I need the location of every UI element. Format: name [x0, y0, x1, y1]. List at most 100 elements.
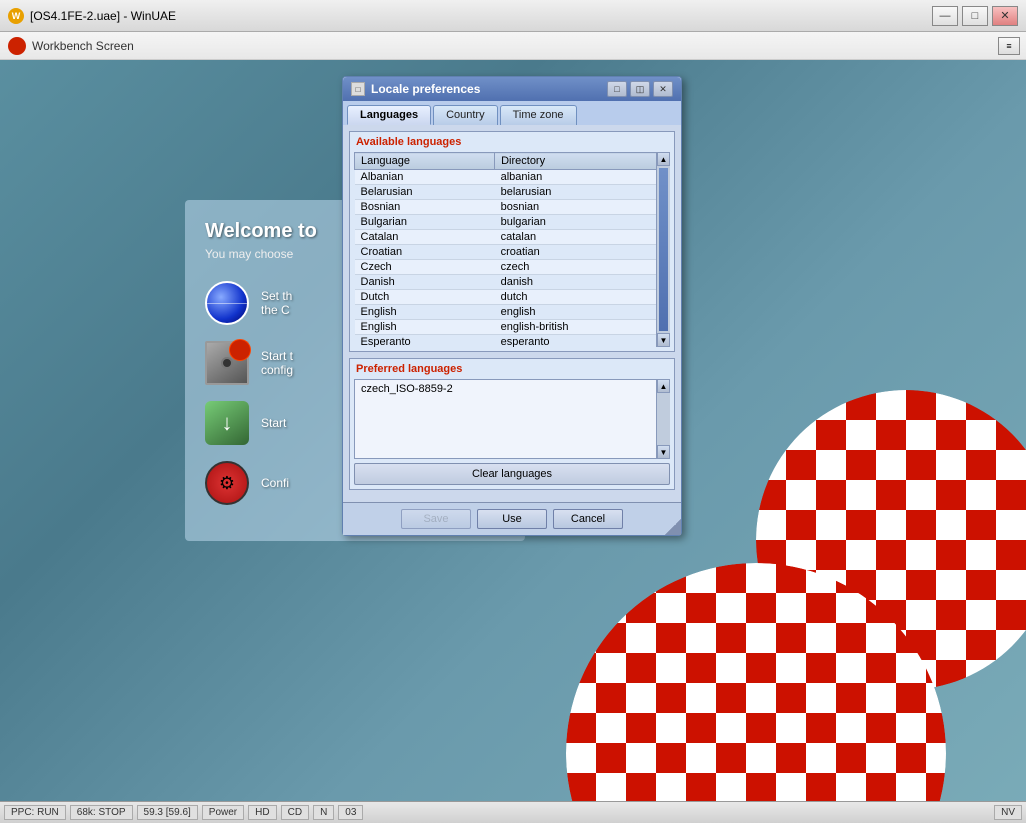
preferred-scrollbar[interactable]: ▲ ▼: [656, 379, 670, 459]
status-nv: NV: [994, 805, 1022, 820]
col-language: Language: [355, 153, 495, 170]
language-row[interactable]: Croatiancroatian: [355, 245, 670, 260]
workbench-icon: [8, 37, 26, 55]
desktop: Welcome to You may choose Set ththe C St…: [0, 60, 1026, 823]
use-button[interactable]: Use: [477, 509, 547, 529]
clear-languages-button[interactable]: Clear languages: [354, 463, 670, 485]
language-row[interactable]: Bulgarianbulgarian: [355, 215, 670, 230]
dialog-title-bar: □ Locale preferences □ ◫ ✕: [343, 77, 681, 101]
workbench-title: Workbench Screen: [32, 39, 134, 53]
app-icon: W: [8, 8, 24, 24]
language-cell: Dutch: [355, 290, 495, 305]
dialog-title-buttons: □ ◫ ✕: [607, 81, 673, 97]
status-ppc: PPC: RUN: [4, 805, 66, 820]
language-row[interactable]: Albanianalbanian: [355, 170, 670, 185]
workbench-bar: Workbench Screen ≡: [0, 32, 1026, 60]
directory-cell: english-british: [495, 320, 670, 335]
directory-cell: esperanto: [495, 335, 670, 348]
language-row[interactable]: Bosnianbosnian: [355, 200, 670, 215]
disk-config-icon: [205, 341, 249, 385]
scroll-down-button[interactable]: ▼: [657, 333, 670, 347]
directory-cell: dutch: [495, 290, 670, 305]
directory-cell: bulgarian: [495, 215, 670, 230]
menu-config-text: Start tconfig: [261, 349, 293, 377]
language-table-container: Language Directory AlbanianalbanianBelar…: [354, 152, 670, 347]
language-cell: Esperanto: [355, 335, 495, 348]
save-button[interactable]: Save: [401, 509, 471, 529]
dialog-expand-button[interactable]: □: [607, 81, 627, 97]
language-table-scroll[interactable]: Language Directory AlbanianalbanianBelar…: [354, 152, 670, 347]
workbench-menu-button[interactable]: ≡: [998, 37, 1020, 55]
language-row[interactable]: Czechczech: [355, 260, 670, 275]
dialog-content: Available languages Language Directory: [343, 125, 681, 502]
scroll-up-button[interactable]: ▲: [657, 152, 670, 166]
directory-cell: belarusian: [495, 185, 670, 200]
config-icon: ⚙: [205, 461, 249, 505]
directory-cell: english: [495, 305, 670, 320]
language-row[interactable]: Belarusianbelarusian: [355, 185, 670, 200]
directory-cell: czech: [495, 260, 670, 275]
language-cell: Albanian: [355, 170, 495, 185]
close-button[interactable]: ✕: [992, 6, 1018, 26]
dialog-footer: Save Use Cancel: [343, 502, 681, 535]
install-icon: ↓: [205, 401, 249, 445]
globe-icon: [205, 281, 249, 325]
preferred-scroll-up[interactable]: ▲: [657, 379, 670, 393]
available-languages-section: Available languages Language Directory: [349, 131, 675, 352]
preferred-languages-title: Preferred languages: [354, 363, 670, 375]
window-controls: — □ ✕: [932, 6, 1018, 26]
cancel-button[interactable]: Cancel: [553, 509, 623, 529]
tab-timezone[interactable]: Time zone: [500, 105, 577, 125]
status-cd: CD: [281, 805, 309, 820]
preferred-item: czech_ISO-8859-2: [359, 382, 665, 396]
dialog-zoom-button[interactable]: ◫: [630, 81, 650, 97]
directory-cell: bosnian: [495, 200, 670, 215]
status-hd: HD: [248, 805, 276, 820]
menu-locale-text: Set ththe C: [261, 289, 292, 317]
window-title: [OS4.1FE-2.uae] - WinUAE: [30, 9, 932, 23]
col-directory: Directory: [495, 153, 670, 170]
language-cell: Czech: [355, 260, 495, 275]
resize-handle[interactable]: [665, 519, 681, 535]
available-languages-title: Available languages: [354, 136, 670, 148]
preferred-languages-list[interactable]: czech_ISO-8859-2: [354, 379, 670, 459]
minimize-button[interactable]: —: [932, 6, 958, 26]
language-table: Language Directory AlbanianalbanianBelar…: [354, 152, 670, 347]
language-cell: Bulgarian: [355, 215, 495, 230]
language-row[interactable]: Englishenglish-british: [355, 320, 670, 335]
status-bar: PPC: RUN 68k: STOP 59.3 [59.6] Power HD …: [0, 801, 1026, 823]
language-row[interactable]: Catalancatalan: [355, 230, 670, 245]
status-power: Power: [202, 805, 244, 820]
status-freq: 59.3 [59.6]: [137, 805, 198, 820]
preferred-scroll-area: [657, 393, 670, 445]
language-cell: Bosnian: [355, 200, 495, 215]
language-cell: Belarusian: [355, 185, 495, 200]
language-row[interactable]: Danishdanish: [355, 275, 670, 290]
language-cell: English: [355, 320, 495, 335]
language-scrollbar[interactable]: ▲ ▼: [656, 152, 670, 347]
dialog-title-text: Locale preferences: [371, 82, 480, 96]
tab-languages[interactable]: Languages: [347, 105, 431, 125]
directory-cell: catalan: [495, 230, 670, 245]
preferred-scroll-down[interactable]: ▼: [657, 445, 670, 459]
language-row[interactable]: Dutchdutch: [355, 290, 670, 305]
maximize-button[interactable]: □: [962, 6, 988, 26]
preferred-languages-section: Preferred languages czech_ISO-8859-2 ▲ ▼…: [349, 358, 675, 490]
directory-cell: albanian: [495, 170, 670, 185]
status-68k: 68k: STOP: [70, 805, 133, 820]
menu-configure-text: Confi: [261, 476, 289, 490]
status-n: N: [313, 805, 334, 820]
scroll-thumb[interactable]: [659, 168, 668, 331]
locale-dialog: □ Locale preferences □ ◫ ✕ Languages Cou…: [342, 76, 682, 536]
title-bar: W [OS4.1FE-2.uae] - WinUAE — □ ✕: [0, 0, 1026, 32]
dialog-tabs: Languages Country Time zone: [343, 101, 681, 125]
dialog-close-button[interactable]: ✕: [653, 81, 673, 97]
language-row[interactable]: Englishenglish: [355, 305, 670, 320]
directory-cell: croatian: [495, 245, 670, 260]
language-cell: Catalan: [355, 230, 495, 245]
language-row[interactable]: Esperantoesperanto: [355, 335, 670, 348]
dialog-title-icon: □: [351, 82, 365, 96]
tab-country[interactable]: Country: [433, 105, 498, 125]
directory-cell: danish: [495, 275, 670, 290]
language-cell: Danish: [355, 275, 495, 290]
